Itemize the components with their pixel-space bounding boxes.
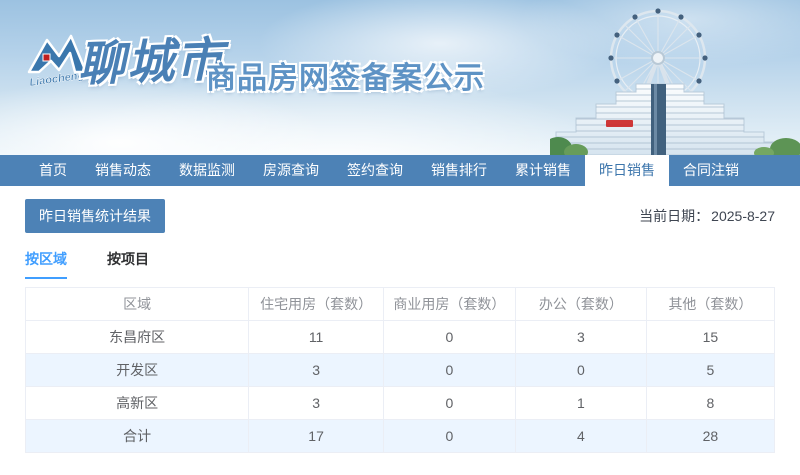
current-date: 当前日期： 2025-8-27	[639, 206, 775, 226]
view-tab[interactable]: 按区域	[25, 249, 67, 279]
table-row: 合计 17 0 4 28	[24, 419, 776, 453]
nav-item[interactable]: 合同注销	[669, 155, 753, 186]
table-row: 开发区 3 0 0 5	[24, 353, 776, 387]
nav-item[interactable]: 昨日销售	[585, 155, 669, 186]
value-cell: 4	[514, 419, 647, 453]
view-tab[interactable]: 按项目	[107, 249, 149, 279]
page: Liaocheng 聊城市 商品房网签备案公示 首页 销售动态 数据监测 房源查…	[0, 0, 800, 475]
nav-item[interactable]: 首页	[25, 155, 81, 186]
nav-item[interactable]: 销售排行	[417, 155, 501, 186]
nav-item[interactable]: 数据监测	[165, 155, 249, 186]
toolbar: 昨日销售统计结果 当前日期： 2025-8-27	[0, 186, 800, 233]
region-cell: 开发区	[24, 353, 250, 387]
value-cell: 3	[514, 320, 647, 354]
nav-item[interactable]: 累计销售	[501, 155, 585, 186]
region-cell: 合计	[24, 419, 250, 453]
column-header: 区域	[24, 287, 250, 321]
value-cell: 15	[645, 320, 776, 354]
value-cell: 0	[383, 386, 516, 420]
value-cell: 28	[645, 419, 776, 453]
table-row: 高新区 3 0 1 8	[24, 386, 776, 420]
column-header: 其他（套数）	[645, 287, 776, 321]
view-tabs: 按区域 按项目	[0, 249, 800, 279]
value-cell: 1	[514, 386, 647, 420]
region-cell: 高新区	[24, 386, 250, 420]
current-date-value: 2025-8-27	[711, 208, 775, 224]
value-cell: 0	[383, 419, 516, 453]
current-date-label: 当前日期：	[639, 208, 710, 224]
region-cell: 东昌府区	[24, 320, 250, 354]
site-title: 商品房网签备案公示	[206, 62, 485, 95]
nav-item[interactable]: 房源查询	[249, 155, 333, 186]
column-header: 办公（套数）	[514, 287, 647, 321]
building-sign	[606, 120, 633, 127]
sales-table-wrap: 区域 住宅用房（套数） 商业用房（套数） 办公（套数） 其他（套数） 东昌府区 1…	[24, 287, 776, 453]
building-icon	[555, 83, 795, 155]
table-body: 东昌府区 11 0 3 15 开发区 3 0 0 5 高新区 3 0 1 8 合计 17 0 4 28	[24, 320, 776, 453]
value-cell: 3	[248, 386, 384, 420]
column-header: 商业用房（套数）	[383, 287, 516, 321]
sales-table: 区域 住宅用房（套数） 商业用房（套数） 办公（套数） 其他（套数） 东昌府区 1…	[24, 287, 776, 453]
yesterday-stats-button[interactable]: 昨日销售统计结果	[25, 199, 165, 233]
value-cell: 0	[514, 353, 647, 387]
site-header: Liaocheng 聊城市 商品房网签备案公示	[0, 0, 800, 155]
table-row: 东昌府区 11 0 3 15	[24, 320, 776, 354]
nav-item[interactable]: 销售动态	[81, 155, 165, 186]
column-header: 住宅用房（套数）	[248, 287, 384, 321]
value-cell: 5	[645, 353, 776, 387]
city-illustration	[550, 8, 800, 155]
value-cell: 3	[248, 353, 384, 387]
brand-city-text: 聊城市	[77, 32, 226, 91]
value-cell: 0	[383, 353, 516, 387]
value-cell: 11	[248, 320, 384, 354]
main-nav: 首页 销售动态 数据监测 房源查询 签约查询 销售排行 累计销售 昨日销售 合同…	[0, 155, 800, 186]
value-cell: 0	[383, 320, 516, 354]
table-header-row: 区域 住宅用房（套数） 商业用房（套数） 办公（套数） 其他（套数）	[24, 287, 776, 321]
value-cell: 8	[645, 386, 776, 420]
value-cell: 17	[248, 419, 384, 453]
nav-item[interactable]: 签约查询	[333, 155, 417, 186]
